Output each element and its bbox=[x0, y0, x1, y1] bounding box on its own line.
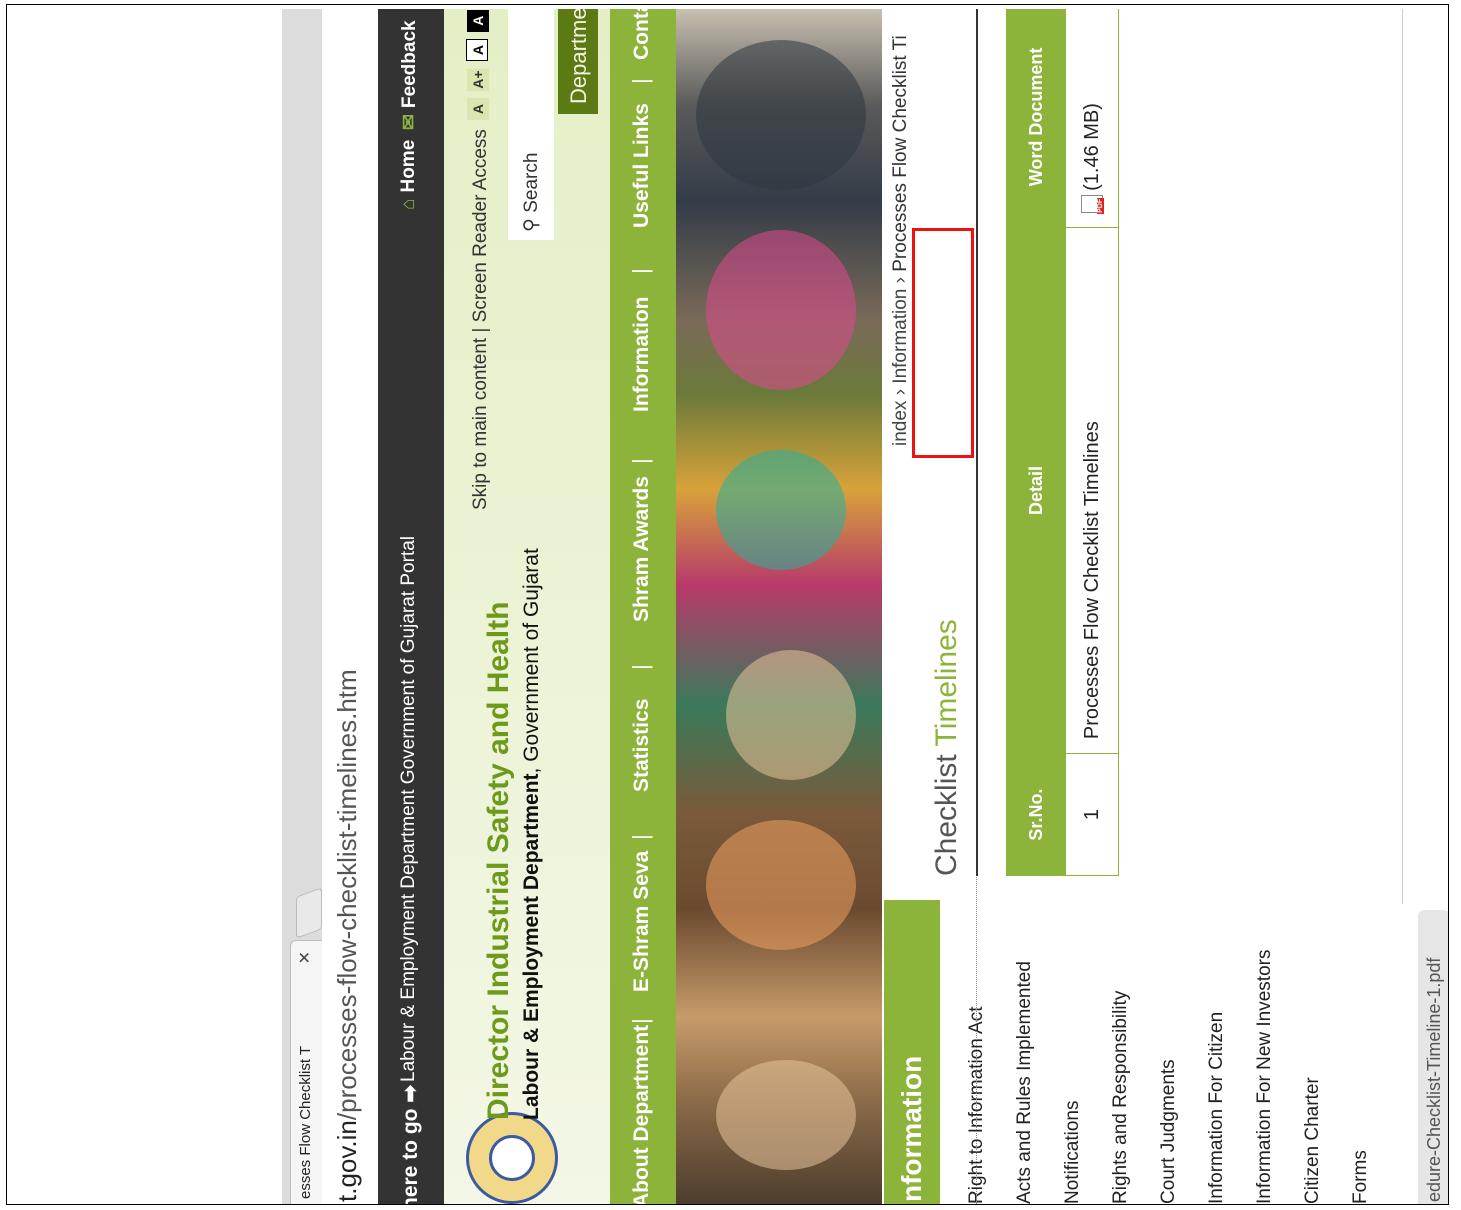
main-nav: About Department | E-Shram Seva | Statis… bbox=[610, 9, 676, 1204]
pdf-icon[interactable] bbox=[1081, 194, 1104, 213]
arrow-right-icon: ➡ bbox=[399, 1085, 422, 1103]
table-header-row: Sr.No. Detail Word Document bbox=[1006, 9, 1066, 876]
site-header: Director Industrial Safety and Health La… bbox=[444, 9, 610, 1204]
document-size: (1.46 MB) bbox=[1080, 103, 1103, 191]
where-to-go-label: here to go ➡ bbox=[399, 1085, 422, 1205]
checklist-table: Sr.No. Detail Word Document 1 Processes … bbox=[1006, 9, 1119, 876]
page-title: Checklist Timelines bbox=[930, 619, 963, 876]
breadcrumb: index › Information › Processes Flow Che… bbox=[890, 35, 912, 446]
accessibility-links: Skip to main content | Screen Reader Acc… bbox=[470, 129, 492, 510]
contrast-light-button[interactable]: A bbox=[466, 39, 488, 62]
nav-about-department[interactable]: About Department bbox=[630, 1025, 654, 1204]
information-sidebar: nformation Right to Information Act Acts… bbox=[884, 900, 1448, 1205]
nav-e-shram-seva[interactable]: E-Shram Seva bbox=[630, 851, 654, 992]
font-large-button[interactable]: A+ bbox=[467, 68, 489, 91]
banner-figure bbox=[706, 820, 856, 950]
contrast-dark-button[interactable]: A bbox=[467, 9, 489, 32]
column-header-detail: Detail bbox=[1006, 227, 1066, 754]
nav-contact[interactable]: Conta bbox=[630, 9, 654, 60]
home-link[interactable]: ⌂Home bbox=[398, 140, 420, 210]
banner-figure bbox=[716, 1060, 856, 1170]
nav-separator: | bbox=[628, 268, 653, 274]
sidebar-heading: nformation bbox=[884, 900, 940, 1204]
nav-separator: | bbox=[628, 78, 653, 84]
download-item[interactable]: edure-Checklist-Timeline-1.pdf bbox=[1418, 910, 1448, 1204]
breadcrumb-current: Processes Flow Checklist Ti bbox=[890, 35, 911, 272]
sidebar-item-citizen-charter[interactable]: Citizen Charter bbox=[1302, 1077, 1324, 1204]
divider: | bbox=[470, 327, 491, 333]
nav-separator: | bbox=[628, 664, 653, 670]
table-row: 1 Processes Flow Checklist Timelines (1.… bbox=[1065, 9, 1119, 876]
new-tab-button[interactable] bbox=[296, 887, 322, 939]
close-icon[interactable]: ✕ bbox=[295, 951, 315, 964]
font-small-button[interactable]: A bbox=[467, 98, 489, 120]
cell-detail: Processes Flow Checklist Timelines bbox=[1065, 227, 1119, 754]
sidebar-item-info-investors[interactable]: Information For New Investors bbox=[1254, 950, 1276, 1204]
nav-separator: | bbox=[628, 834, 653, 840]
banner-figure bbox=[716, 450, 846, 570]
mail-icon: ✉ bbox=[399, 114, 420, 130]
sidebar-item-acts-rules[interactable]: Acts and Rules Implemented bbox=[1014, 961, 1036, 1204]
top-utility-bar: here to go ➡ Labour & Employment Departm… bbox=[378, 9, 444, 1205]
skip-to-main-link[interactable]: Skip to main content bbox=[470, 338, 491, 510]
nav-separator: | bbox=[628, 1018, 653, 1024]
site-title: Director Industrial Safety and Health bbox=[482, 601, 515, 1120]
breadcrumb-separator: › bbox=[890, 388, 911, 396]
nav-useful-links[interactable]: Useful Links bbox=[630, 103, 654, 228]
address-bar[interactable]: t.gov.in/processes-flow-checklist-timeli… bbox=[322, 9, 379, 1204]
font-size-controls: A A+ A A bbox=[466, 9, 489, 120]
breadcrumb-information[interactable]: Information bbox=[890, 289, 911, 384]
nav-shram-awards[interactable]: Shram Awards bbox=[630, 476, 654, 622]
nav-statistics[interactable]: Statistics bbox=[630, 699, 654, 792]
nav-separator: | bbox=[628, 458, 653, 464]
search-placeholder: Search bbox=[521, 152, 542, 213]
feedback-link[interactable]: ✉Feedback bbox=[398, 20, 421, 130]
gujarat-portal-link[interactable]: Labour & Employment Department Governmen… bbox=[398, 536, 420, 1082]
breadcrumb-index[interactable]: index bbox=[890, 401, 911, 446]
banner-figure bbox=[706, 230, 856, 390]
rotated-browser-view: esses Flow Checklist T ✕ t.gov.in/proces… bbox=[282, 9, 1448, 1205]
sidebar-item-info-citizen[interactable]: Information For Citizen bbox=[1206, 1012, 1228, 1204]
site-subtitle: Labour & Employment Department, Governme… bbox=[520, 548, 543, 1120]
home-icon: ⌂ bbox=[398, 198, 419, 210]
cell-document[interactable]: (1.46 MB) bbox=[1065, 9, 1119, 228]
banner-figure bbox=[726, 650, 856, 780]
sidebar-item-court-judgments[interactable]: Court Judgments bbox=[1158, 1059, 1180, 1204]
browser-tab[interactable]: esses Flow Checklist T ✕ bbox=[290, 940, 322, 1204]
sidebar-item-forms[interactable]: Forms bbox=[1350, 1150, 1372, 1204]
browser-tab-strip: esses Flow Checklist T ✕ bbox=[282, 9, 323, 1204]
divider bbox=[1402, 9, 1403, 904]
tab-title: esses Flow Checklist T bbox=[297, 1045, 314, 1199]
search-icon: ⚲ bbox=[521, 218, 542, 232]
nav-information[interactable]: Information bbox=[630, 297, 654, 413]
sidebar-item-notifications[interactable]: Notifications bbox=[1062, 1101, 1084, 1205]
sidebar-item-rights-responsibility[interactable]: Rights and Responsibility bbox=[1110, 991, 1132, 1204]
screen-reader-link[interactable]: Screen Reader Access bbox=[470, 129, 491, 322]
hero-banner-image bbox=[676, 9, 882, 1204]
breadcrumb-separator: › bbox=[890, 277, 911, 284]
screenshot-frame: esses Flow Checklist T ✕ t.gov.in/proces… bbox=[6, 4, 1449, 1205]
department-logo bbox=[466, 1112, 558, 1204]
sidebar-item-rti-act[interactable]: Right to Information Act bbox=[966, 1007, 988, 1205]
title-underline bbox=[976, 9, 978, 876]
url-text: t.gov.in/processes-flow-checklist-timeli… bbox=[332, 669, 362, 1202]
banner-figure bbox=[696, 40, 866, 190]
column-header-srno: Sr.No. bbox=[1006, 753, 1066, 876]
cell-srno: 1 bbox=[1065, 753, 1119, 876]
search-input[interactable]: ⚲ Search bbox=[508, 9, 554, 240]
column-header-word-document: Word Document bbox=[1006, 9, 1066, 228]
highlight-box bbox=[912, 228, 974, 458]
department-button[interactable]: Departmer bbox=[558, 9, 598, 114]
